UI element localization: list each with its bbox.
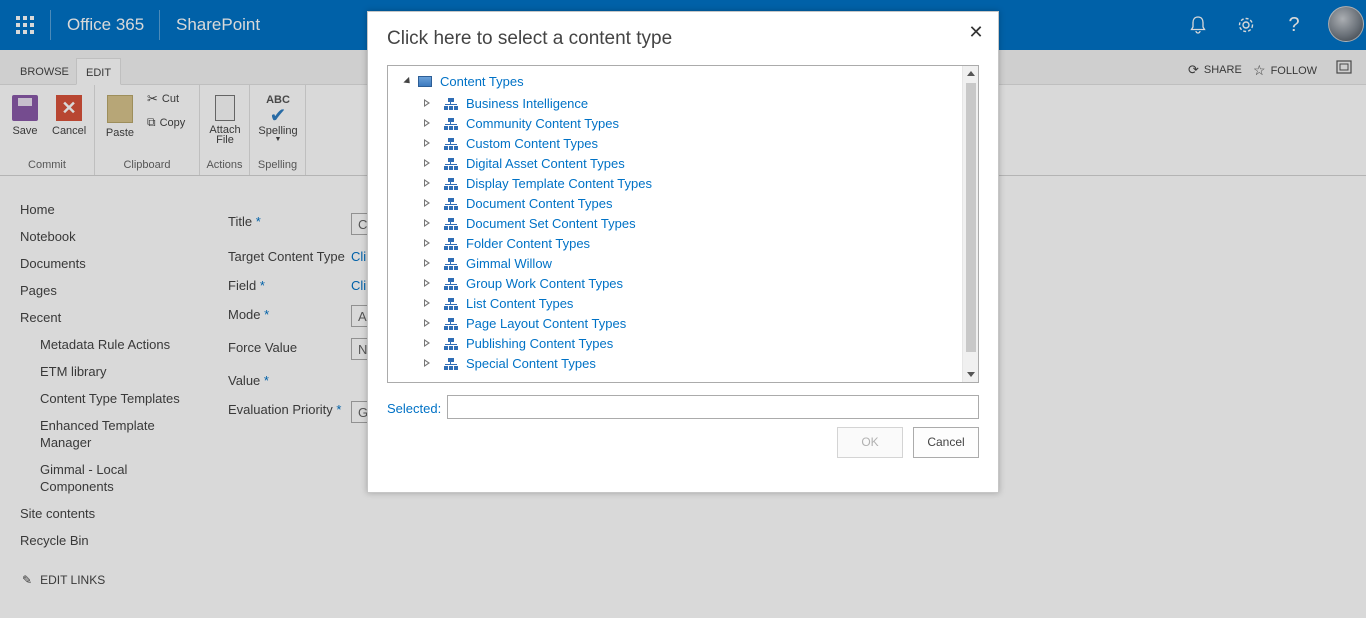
tree-item[interactable]: Custom Content Types xyxy=(424,136,598,151)
content-type-group-icon xyxy=(444,217,458,230)
tree-root[interactable]: Content Types xyxy=(403,74,524,89)
content-type-group-icon xyxy=(444,337,458,350)
tree-item[interactable]: Group Work Content Types xyxy=(424,276,623,291)
content-type-group-icon xyxy=(444,97,458,110)
expand-arrow-icon[interactable] xyxy=(424,179,430,188)
scroll-thumb[interactable] xyxy=(966,83,976,352)
scroll-up-icon[interactable] xyxy=(967,71,975,76)
expand-arrow-icon[interactable] xyxy=(424,219,430,228)
tree-item[interactable]: Business Intelligence xyxy=(424,96,588,111)
tree-item-label[interactable]: List Content Types xyxy=(466,296,573,311)
content-type-group-icon xyxy=(444,197,458,210)
expand-arrow-icon[interactable] xyxy=(424,339,430,348)
ok-button[interactable]: OK xyxy=(837,427,903,458)
content-type-group-icon xyxy=(444,357,458,370)
close-icon[interactable]: ✕ xyxy=(966,22,986,42)
tree-item-label[interactable]: Business Intelligence xyxy=(466,96,588,111)
tree-item-label[interactable]: Publishing Content Types xyxy=(466,336,613,351)
tree-item[interactable]: Display Template Content Types xyxy=(424,176,652,191)
expand-arrow-icon[interactable] xyxy=(424,139,430,148)
content-type-group-icon xyxy=(444,117,458,130)
tree-item-label[interactable]: Document Content Types xyxy=(466,196,612,211)
tree-item[interactable]: Digital Asset Content Types xyxy=(424,156,625,171)
expand-arrow-icon[interactable] xyxy=(424,199,430,208)
tree-item-label[interactable]: Folder Content Types xyxy=(466,236,590,251)
expand-arrow-icon[interactable] xyxy=(424,99,430,108)
tree-item-label[interactable]: Special Content Types xyxy=(466,356,596,371)
tree-root-label[interactable]: Content Types xyxy=(440,74,524,89)
content-type-picker-dialog: Click here to select a content type ✕ Co… xyxy=(367,11,999,493)
expand-arrow-icon[interactable] xyxy=(424,119,430,128)
expand-arrow-icon[interactable] xyxy=(424,259,430,268)
expand-arrow-icon[interactable] xyxy=(424,279,430,288)
content-type-tree: Content Types Business Intelligence Commu… xyxy=(387,65,979,383)
tree-item-label[interactable]: Display Template Content Types xyxy=(466,176,652,191)
content-type-group-icon xyxy=(444,257,458,270)
tree-item[interactable]: Document Set Content Types xyxy=(424,216,636,231)
tree-item-label[interactable]: Community Content Types xyxy=(466,116,619,131)
tree-item[interactable]: List Content Types xyxy=(424,296,573,311)
tree-item[interactable]: Document Content Types xyxy=(424,196,612,211)
tree-item[interactable]: Publishing Content Types xyxy=(424,336,613,351)
content-type-group-icon xyxy=(444,137,458,150)
expand-arrow-icon[interactable] xyxy=(424,159,430,168)
expand-arrow-icon[interactable] xyxy=(424,359,430,368)
cancel-button[interactable]: Cancel xyxy=(913,427,979,458)
expand-arrow-icon[interactable] xyxy=(424,299,430,308)
tree-scrollbar[interactable] xyxy=(962,66,978,382)
expand-arrow-icon[interactable] xyxy=(424,239,430,248)
content-type-group-icon xyxy=(444,277,458,290)
tree-item-label[interactable]: Group Work Content Types xyxy=(466,276,623,291)
tree-item[interactable]: Special Content Types xyxy=(424,356,596,371)
tree-item-label[interactable]: Custom Content Types xyxy=(466,136,598,151)
tree-item[interactable]: Gimmal Willow xyxy=(424,256,552,271)
tree-item-label[interactable]: Page Layout Content Types xyxy=(466,316,626,331)
tree-item[interactable]: Community Content Types xyxy=(424,116,619,131)
selected-label: Selected: xyxy=(387,401,442,416)
tree-item-label[interactable]: Gimmal Willow xyxy=(466,256,552,271)
expand-arrow-icon[interactable] xyxy=(424,319,430,328)
content-types-root-icon xyxy=(418,76,432,87)
tree-item-label[interactable]: Document Set Content Types xyxy=(466,216,636,231)
selected-input[interactable] xyxy=(447,395,979,419)
content-type-group-icon xyxy=(444,237,458,250)
content-type-group-icon xyxy=(444,317,458,330)
content-type-group-icon xyxy=(444,177,458,190)
content-type-group-icon xyxy=(444,297,458,310)
tree-item[interactable]: Page Layout Content Types xyxy=(424,316,626,331)
tree-item-label[interactable]: Digital Asset Content Types xyxy=(466,156,625,171)
dialog-title: Click here to select a content type xyxy=(387,28,673,49)
tree-item[interactable]: Folder Content Types xyxy=(424,236,590,251)
expanded-arrow-icon[interactable] xyxy=(403,76,413,87)
scroll-down-icon[interactable] xyxy=(967,372,975,377)
content-type-group-icon xyxy=(444,157,458,170)
